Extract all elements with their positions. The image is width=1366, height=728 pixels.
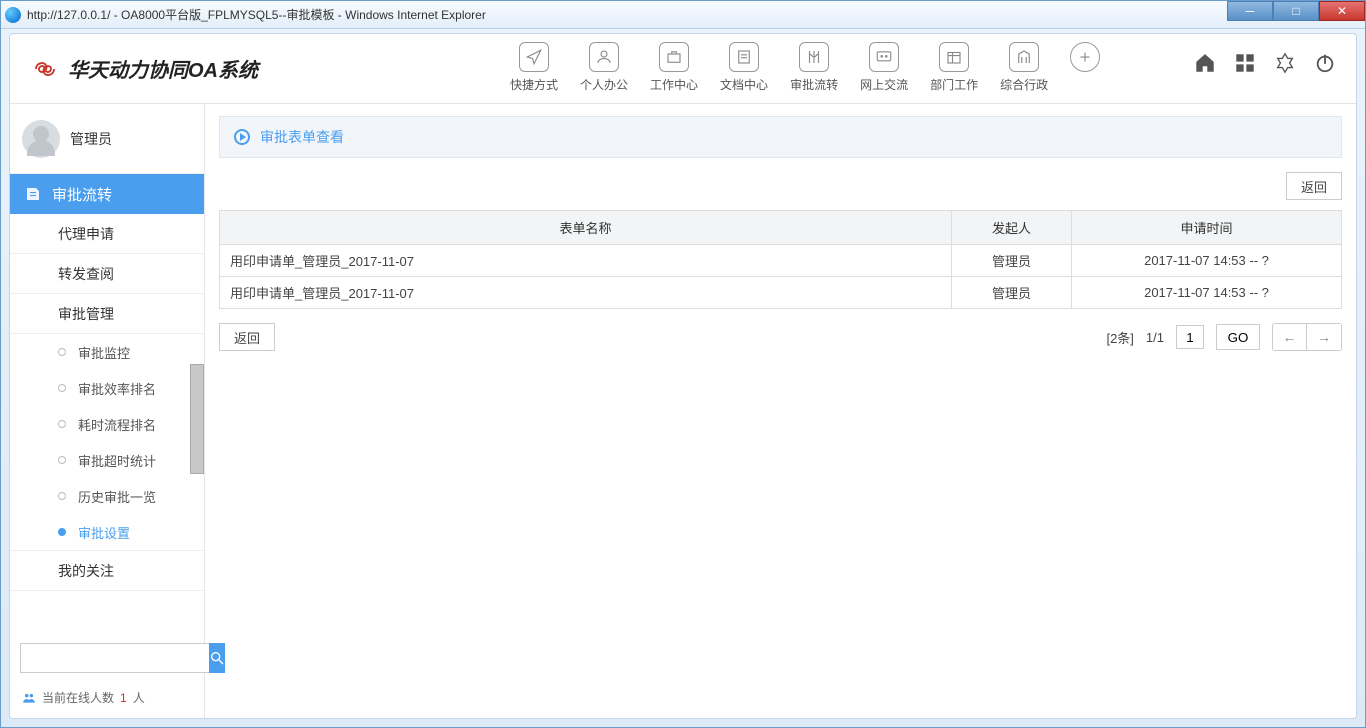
nav-dept[interactable]: 部门工作 [930,42,978,93]
sidebar-section-label: 审批流转 [52,184,112,205]
nav-approval[interactable]: 审批流转 [790,42,838,93]
logo-text: 华天动力协同OA系统 [68,54,258,83]
logo-icon [30,58,60,80]
nav-work[interactable]: 工作中心 [650,42,698,93]
window-close[interactable]: ✕ [1319,1,1365,21]
bullet-icon [58,384,66,392]
sidebar-sub-3[interactable]: 审批超时统计 [10,442,204,478]
plus-icon [1070,42,1100,72]
sidebar-item-1[interactable]: 转发查阅 [10,254,204,294]
window-title: http://127.0.0.1/ - OA8000平台版_FPLMYSQL5-… [27,6,486,23]
sidebar-sub-5[interactable]: 审批设置 [10,514,204,550]
nav-personal[interactable]: 个人办公 [580,42,628,93]
online-count: 当前在线人数 1人 [10,683,204,718]
pager: [2条] 1/1 GO ← → [1106,323,1342,351]
pager-go-button[interactable]: GO [1216,324,1260,350]
sidebar-sub-1[interactable]: 审批效率排名 [10,370,204,406]
sidebar-item-2[interactable]: 审批管理 [10,294,204,334]
search-button[interactable] [209,643,225,673]
search-input[interactable] [20,643,209,673]
nav-admin-icon [1009,42,1039,72]
browser-titlebar: http://127.0.0.1/ - OA8000平台版_FPLMYSQL5-… [1,1,1365,29]
bullet-icon [58,456,66,464]
theme-icon[interactable] [1274,52,1296,74]
sidebar-item-0[interactable]: 代理申请 [10,214,204,254]
pager-pages: 1/1 [1146,330,1164,345]
pager-prev-button[interactable]: ← [1273,324,1307,350]
sidebar-item-follow[interactable]: 我的关注 [10,551,204,591]
ie-icon [5,7,21,23]
table-row[interactable]: 用印申请单_管理员_2017-11-07管理员2017-11-07 14:53 … [220,245,1342,277]
window-maximize[interactable]: □ [1273,1,1319,21]
nav-docs[interactable]: 文档中心 [720,42,768,93]
user-name: 管理员 [70,129,112,149]
main-content: 审批表单查看 返回 表单名称 发起人 申请时间 用印申请单_管理员_2017-1… [205,104,1356,718]
bullet-icon [58,420,66,428]
nav-admin[interactable]: 综合行政 [1000,42,1048,93]
th-form-name: 表单名称 [220,211,952,245]
th-initiator: 发起人 [952,211,1072,245]
window-minimize[interactable]: ─ [1227,1,1273,21]
app-header: 华天动力协同OA系统 快捷方式个人办公工作中心文档中心审批流转网上交流部门工作综… [10,34,1356,104]
back-button-top[interactable]: 返回 [1286,172,1342,200]
power-icon[interactable] [1314,52,1336,74]
nav-shortcut[interactable]: 快捷方式 [510,42,558,93]
form-table: 表单名称 发起人 申请时间 用印申请单_管理员_2017-11-07管理员201… [219,210,1342,309]
table-row[interactable]: 用印申请单_管理员_2017-11-07管理员2017-11-07 14:53 … [220,277,1342,309]
apps-icon[interactable] [1234,52,1256,74]
pager-next-button[interactable]: → [1307,324,1341,350]
bullet-icon [58,528,66,536]
nav-dept-icon [939,42,969,72]
th-apply-time: 申请时间 [1072,211,1342,245]
nav-chat-icon [869,42,899,72]
nav-chat[interactable]: 网上交流 [860,42,908,93]
avatar [22,120,60,158]
pager-total: [2条] [1106,328,1133,347]
pager-input[interactable] [1176,325,1204,349]
back-button-bottom[interactable]: 返回 [219,323,275,351]
nav-docs-icon [729,42,759,72]
sidebar-sub-4[interactable]: 历史审批一览 [10,478,204,514]
panel-title: 审批表单查看 [219,116,1342,158]
nav-personal-icon [589,42,619,72]
sidebar: 管理员 审批流转 代理申请转发查阅审批管理 审批监控审批效率排名耗时流程排名审批… [10,104,205,718]
sidebar-scrollbar[interactable] [190,364,204,474]
sidebar-sub-0[interactable]: 审批监控 [10,334,204,370]
sidebar-section-approval[interactable]: 审批流转 [10,174,204,214]
sidebar-sub-2[interactable]: 耗时流程排名 [10,406,204,442]
home-icon[interactable] [1194,52,1216,74]
nav-approval-icon [799,42,829,72]
nav-shortcut-icon [519,42,549,72]
play-circle-icon [234,129,250,145]
nav-work-icon [659,42,689,72]
bullet-icon [58,348,66,356]
user-block: 管理员 [10,104,204,174]
logo: 华天动力协同OA系统 [30,54,258,83]
nav-add[interactable] [1070,42,1100,93]
bullet-icon [58,492,66,500]
